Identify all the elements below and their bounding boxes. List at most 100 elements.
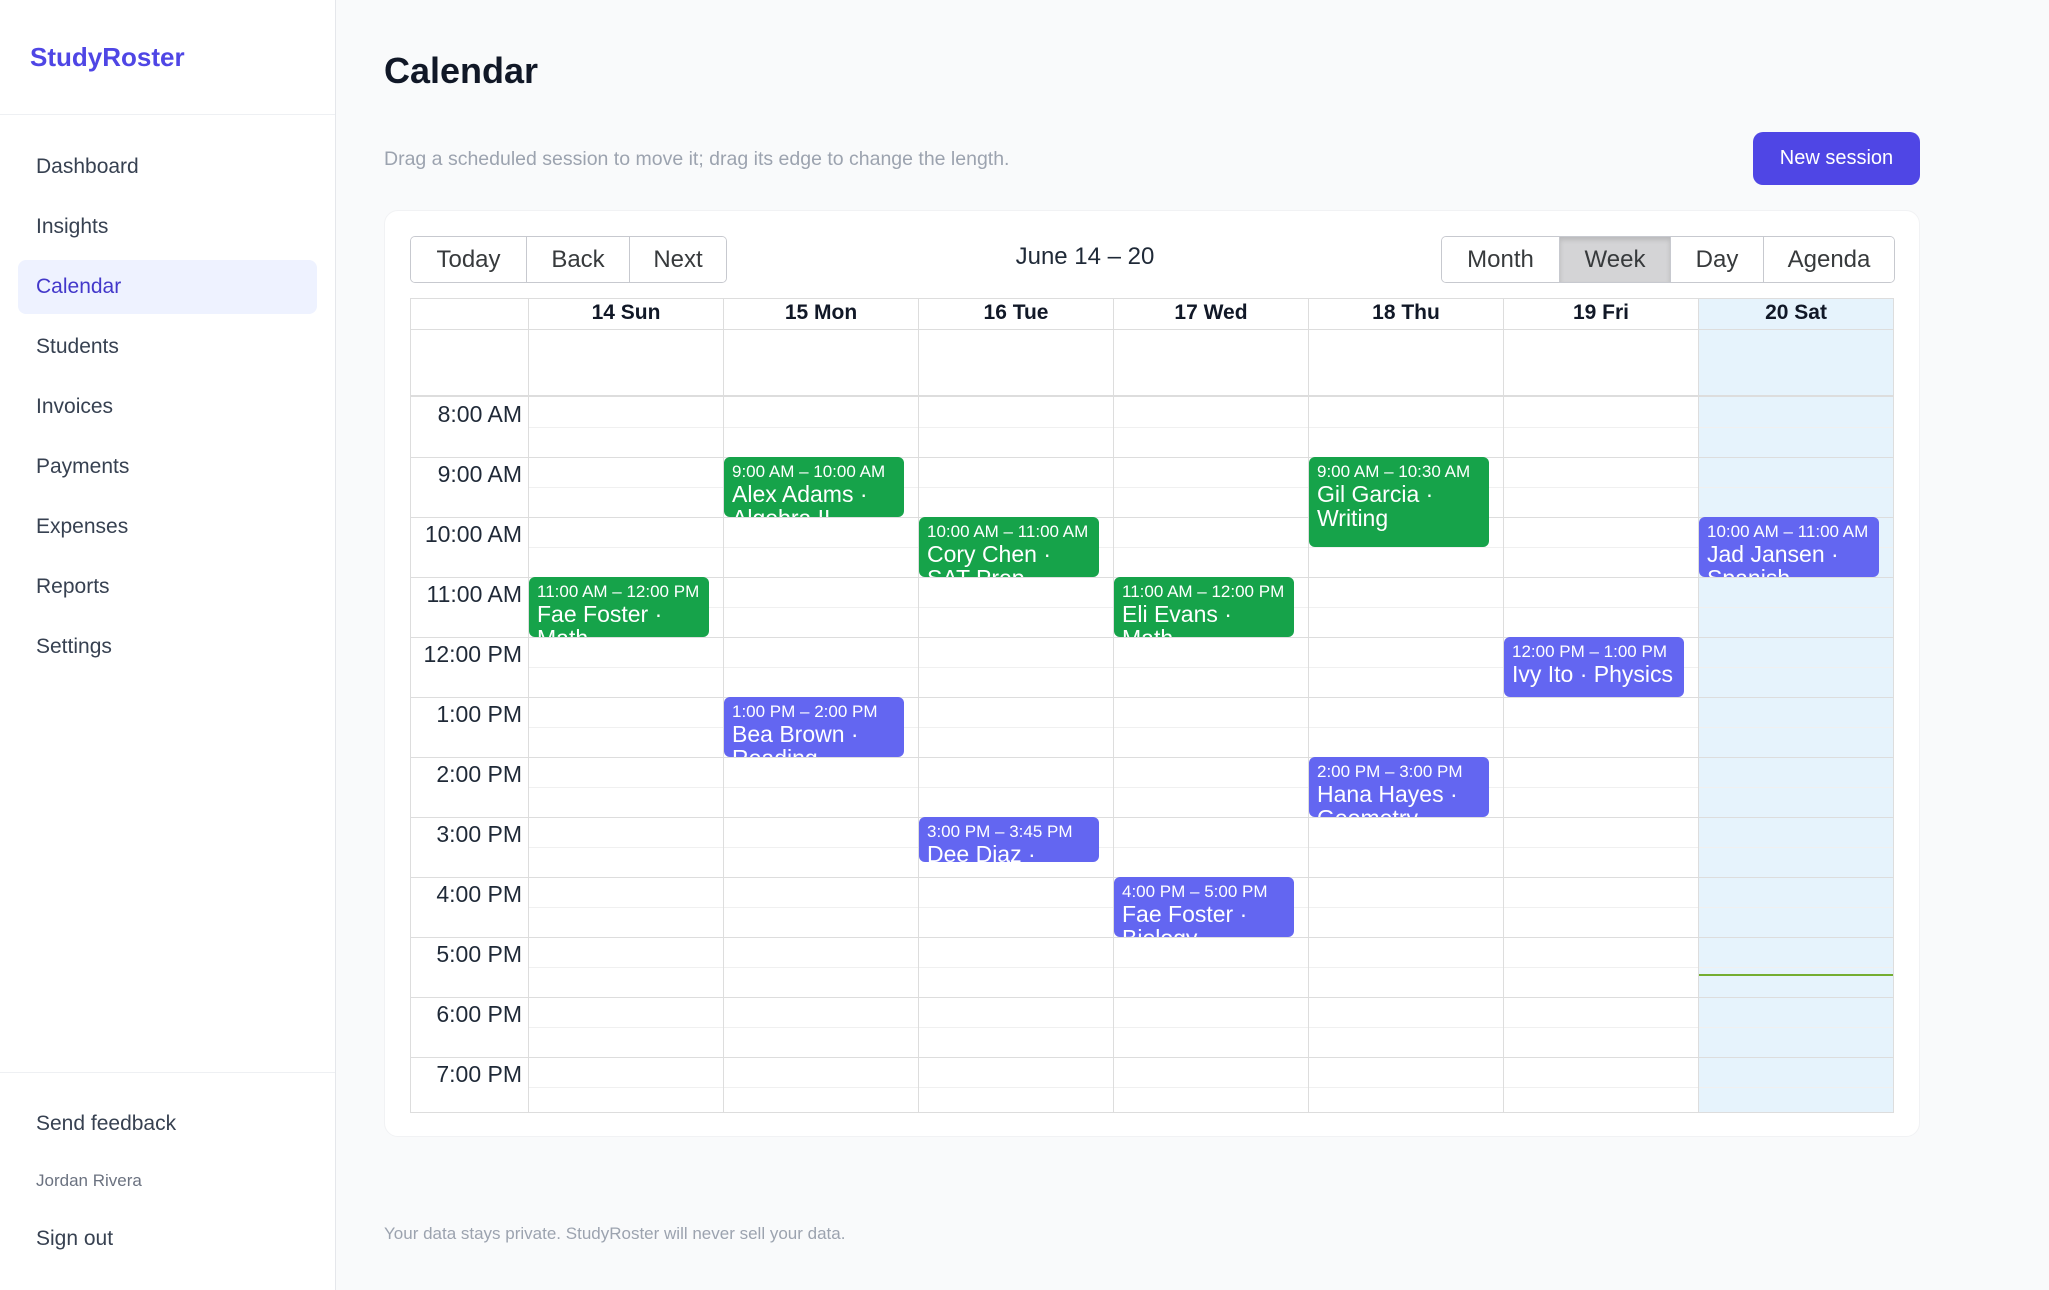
event-title: Fae Foster · Math [537,601,663,637]
event-title: Fae Foster · Biology [1122,901,1248,937]
time-label: 5:00 PM [436,941,522,967]
drag-hint: Drag a scheduled session to move it; dra… [384,148,1010,170]
view-switcher: Month Week Day Agenda [1441,236,1895,283]
date-range-label: June 14 – 20 [1015,243,1155,270]
time-label: 4:00 PM [436,881,522,907]
send-feedback-link[interactable]: Send feedback [36,1112,176,1136]
session-event[interactable]: 4:00 PM – 5:00 PM Fae Foster · Biology [1114,877,1294,937]
sidebar-item-expenses[interactable]: Expenses [18,500,317,554]
column-divider [1698,299,1699,1112]
time-label: 3:00 PM [436,821,522,847]
day-header-fri[interactable]: 19 Fri [1504,301,1698,325]
today-button[interactable]: Today [411,237,526,282]
sidebar-item-students[interactable]: Students [18,320,317,374]
session-event[interactable]: 2:00 PM – 3:00 PM Hana Hayes · Geometry [1309,757,1489,817]
session-event[interactable]: 11:00 AM – 12:00 PM Fae Foster · Math [529,577,709,637]
sidebar-nav: Dashboard Insights Calendar Students Inv… [18,140,317,680]
event-title: Jad Jansen · Spanish [1707,541,1839,577]
new-session-button[interactable]: New session [1753,132,1920,185]
header-divider [411,329,1893,330]
event-time: 1:00 PM – 2:00 PM [732,702,878,721]
hour-line [411,1057,1893,1058]
event-time: 10:00 AM – 11:00 AM [927,522,1089,541]
time-label: 8:00 AM [437,401,522,427]
half-hour-line [529,427,1893,428]
event-title: Gil Garcia · Writing [1317,481,1434,531]
half-hour-line [529,667,1893,668]
today-column-highlight [1698,299,1893,1112]
next-button[interactable]: Next [629,237,726,282]
event-title: Hana Hayes · Geometry [1317,781,1458,817]
day-header-wed[interactable]: 17 Wed [1114,301,1308,325]
event-title: Dee Diaz · Chemistry [927,841,1036,862]
time-label: 11:00 AM [426,581,522,607]
half-hour-line [529,967,1893,968]
column-divider [1308,299,1309,1112]
session-event[interactable]: 12:00 PM – 1:00 PM Ivy Ito · Physics [1504,637,1684,697]
all-day-divider [411,395,1893,397]
view-week-button[interactable]: Week [1559,237,1670,282]
sidebar-divider [0,114,335,115]
sidebar-item-payments[interactable]: Payments [18,440,317,494]
time-label: 1:00 PM [436,701,522,727]
sidebar-divider [0,1072,335,1073]
event-time: 4:00 PM – 5:00 PM [1122,882,1268,901]
half-hour-line [529,1087,1893,1088]
sidebar-item-settings[interactable]: Settings [18,620,317,674]
sidebar-item-dashboard[interactable]: Dashboard [18,140,317,194]
event-time: 9:00 AM – 10:00 AM [732,462,886,481]
current-time-indicator [1699,974,1893,976]
event-time: 10:00 AM – 11:00 AM [1707,522,1869,541]
time-label: 9:00 AM [437,461,522,487]
back-button[interactable]: Back [526,237,629,282]
privacy-note: Your data stays private. StudyRoster wil… [384,1224,846,1243]
session-event[interactable]: 9:00 AM – 10:00 AM Alex Adams · Algebra … [724,457,904,517]
view-agenda-button[interactable]: Agenda [1763,237,1894,282]
event-title: Bea Brown · Reading [732,721,859,757]
event-time: 12:00 PM – 1:00 PM [1512,642,1667,661]
session-event[interactable]: 9:00 AM – 10:30 AM Gil Garcia · Writing [1309,457,1489,547]
session-event[interactable]: 1:00 PM – 2:00 PM Bea Brown · Reading [724,697,904,757]
session-event[interactable]: 10:00 AM – 11:00 AM Cory Chen · SAT Prep [919,517,1099,577]
view-month-button[interactable]: Month [1442,237,1559,282]
half-hour-line [529,787,1893,788]
brand-logo[interactable]: StudyRoster [30,42,185,73]
session-event[interactable]: 10:00 AM – 11:00 AM Jad Jansen · Spanish [1699,517,1879,577]
sidebar-item-calendar[interactable]: Calendar [18,260,317,314]
sign-out-link[interactable]: Sign out [36,1227,113,1251]
day-header-tue[interactable]: 16 Tue [919,301,1113,325]
hour-line [411,757,1893,758]
column-divider [1113,299,1114,1112]
event-title: Alex Adams · Algebra II [732,481,868,517]
time-label: 6:00 PM [436,1001,522,1027]
event-title: Ivy Ito · Physics [1512,661,1674,687]
day-header-sat[interactable]: 20 Sat [1699,301,1893,325]
hour-line [411,697,1893,698]
day-header-thu[interactable]: 18 Thu [1309,301,1503,325]
user-name: Jordan Rivera [36,1171,142,1190]
event-title: Eli Evans · Math [1122,601,1232,637]
week-calendar-grid: 14 Sun 15 Mon 16 Tue 17 Wed 18 Thu 19 Fr… [410,298,1894,1113]
column-divider [918,299,919,1112]
session-event[interactable]: 11:00 AM – 12:00 PM Eli Evans · Math [1114,577,1294,637]
day-header-mon[interactable]: 15 Mon [724,301,918,325]
column-divider [1503,299,1504,1112]
page-title: Calendar [384,50,539,91]
sidebar-item-insights[interactable]: Insights [18,200,317,254]
sidebar: StudyRoster Dashboard Insights Calendar … [0,0,336,1290]
time-label: 7:00 PM [436,1061,522,1087]
sidebar-item-reports[interactable]: Reports [18,560,317,614]
half-hour-line [529,1027,1893,1028]
half-hour-line [529,847,1893,848]
event-time: 11:00 AM – 12:00 PM [1122,582,1285,601]
hour-line [411,457,1893,458]
column-divider [528,299,529,1112]
sidebar-item-invoices[interactable]: Invoices [18,380,317,434]
half-hour-line [529,547,1893,548]
event-time: 3:00 PM – 3:45 PM [927,822,1073,841]
session-event[interactable]: 3:00 PM – 3:45 PM Dee Diaz · Chemistry [919,817,1099,862]
hour-line [411,817,1893,818]
view-day-button[interactable]: Day [1670,237,1763,282]
event-title: Cory Chen · SAT Prep [927,541,1051,577]
day-header-sun[interactable]: 14 Sun [529,301,723,325]
